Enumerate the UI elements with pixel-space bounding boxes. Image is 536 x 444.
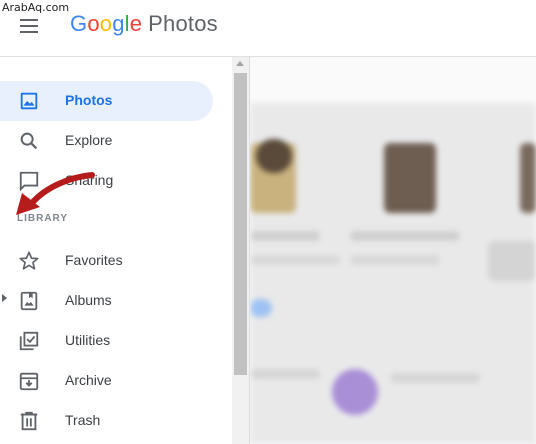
blurred-photo-grid <box>250 57 536 444</box>
blurred-text <box>250 255 340 265</box>
sidebar-item-label: Archive <box>65 372 112 388</box>
blurred-avatar <box>332 369 378 415</box>
sidebar-scrollbar[interactable] <box>232 57 249 444</box>
sidebar-item-label: Trash <box>65 412 101 428</box>
sidebar-item-favorites[interactable]: Favorites <box>0 241 213 281</box>
blurred-text <box>390 373 480 383</box>
blurred-text <box>250 369 320 379</box>
chat-bubble-icon <box>19 171 39 192</box>
library-section-label: LIBRARY <box>17 213 69 224</box>
blurred-text <box>350 255 440 265</box>
scroll-up-arrow-icon[interactable] <box>236 61 244 66</box>
blurred-text <box>250 231 320 241</box>
blurred-text <box>488 241 536 281</box>
sidebar-item-photos[interactable]: Photos <box>0 81 213 121</box>
sidebar-item-albums[interactable]: Albums <box>0 281 213 321</box>
sidebar: Photos Explore Sharing LIBRARY Favorites… <box>0 57 232 444</box>
google-photos-logo[interactable]: Google Photos <box>70 11 218 37</box>
blurred-button <box>250 299 272 317</box>
sidebar-item-label: Photos <box>65 92 113 108</box>
watermark: ArabAq.com <box>2 1 70 14</box>
archive-icon <box>19 372 39 391</box>
photo-icon <box>20 92 38 110</box>
sidebar-item-label: Utilities <box>65 332 111 348</box>
logo-letter-o1: o <box>87 11 100 36</box>
sidebar-item-trash[interactable]: Trash <box>0 401 213 441</box>
hamburger-menu-icon[interactable] <box>18 14 42 38</box>
blurred-thumbnail <box>256 139 292 173</box>
sidebar-item-utilities[interactable]: Utilities <box>0 321 213 361</box>
logo-letter-o2: o <box>99 11 113 36</box>
blurred-thumbnail <box>384 143 436 213</box>
sidebar-item-label: Albums <box>65 292 112 308</box>
checklist-icon <box>19 331 39 351</box>
scrollbar-thumb[interactable] <box>234 73 247 375</box>
logo-product-name: Photos <box>148 11 218 36</box>
sidebar-item-explore[interactable]: Explore <box>0 121 213 161</box>
blurred-thumbnail <box>520 143 536 213</box>
sidebar-item-sharing[interactable]: Sharing <box>0 161 213 201</box>
sidebar-item-archive[interactable]: Archive <box>0 361 213 401</box>
trash-icon <box>20 411 38 431</box>
logo-letter-g: G <box>70 11 88 36</box>
sidebar-item-label: Explore <box>65 132 113 148</box>
top-bar: Google Photos <box>0 0 536 57</box>
album-icon <box>20 291 38 311</box>
blurred-text <box>350 231 460 241</box>
logo-letter-e: e <box>129 11 143 36</box>
search-icon <box>20 132 38 150</box>
star-icon <box>19 251 39 270</box>
blurred-content-area <box>250 103 536 444</box>
sidebar-item-label: Sharing <box>65 172 114 188</box>
logo-letter-g2: g <box>112 11 125 36</box>
sidebar-item-label: Favorites <box>65 252 123 268</box>
